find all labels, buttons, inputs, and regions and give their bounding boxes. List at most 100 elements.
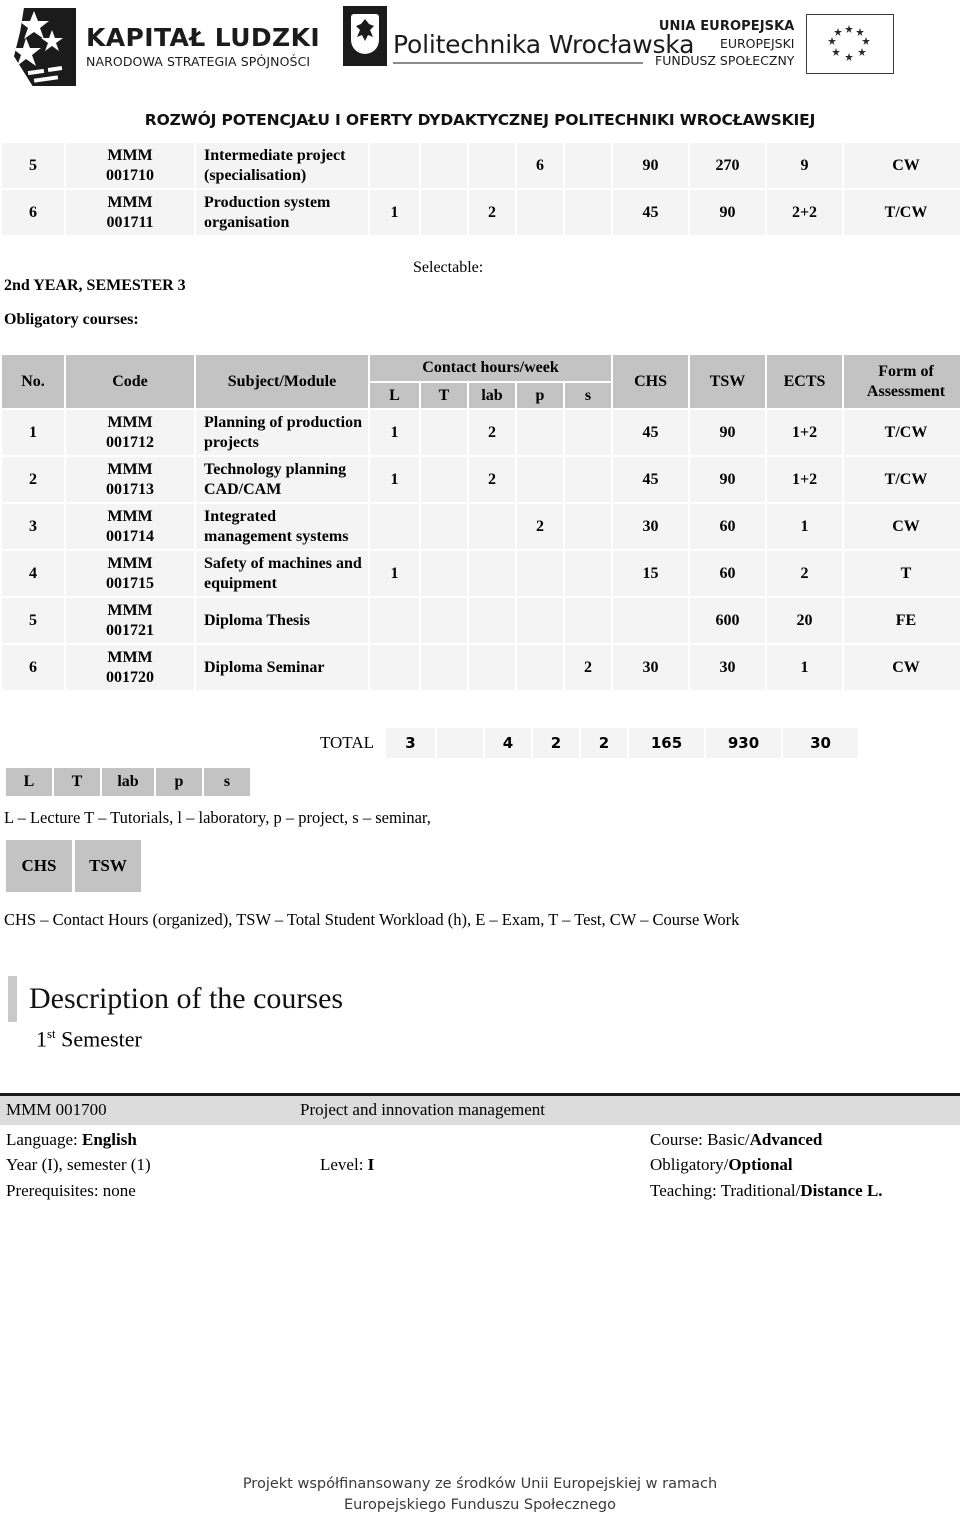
cell-subject: Safety of machines and equipment	[196, 551, 368, 597]
cell-no: 5	[2, 598, 64, 644]
cell-p: 2	[517, 504, 563, 550]
main-schedule-table: No. Code Subject/Module Contact hours/we…	[0, 353, 960, 692]
code-number: 001720	[106, 668, 154, 686]
course-type-value: Advanced	[749, 1129, 823, 1149]
cell-form: T/CW	[844, 190, 960, 236]
header-no: No.	[2, 355, 64, 409]
course-name: Project and innovation management	[300, 1100, 546, 1120]
cell-no: 6	[2, 645, 64, 691]
semester-number: 1	[36, 1026, 47, 1052]
cell-ects: 2+2	[767, 190, 842, 236]
code-number: 001721	[106, 621, 154, 639]
level-value: I	[367, 1155, 375, 1175]
course-code: MMM 001700	[6, 1100, 107, 1120]
cell-chs: 30	[613, 645, 689, 691]
course-teaching-mode: Teaching: Traditional/Distance L.	[650, 1178, 960, 1204]
description-title: Description of the courses	[29, 982, 344, 1016]
code-number: 001711	[106, 213, 154, 231]
cell-ects: 9	[767, 143, 842, 189]
header-contact-hours: Contact hours/week	[370, 355, 612, 381]
header-logo-band: KAPITAŁ LUDZKI NARODOWA STRATEGIA SPÓJNO…	[0, 0, 960, 95]
level-label: Level:	[320, 1155, 368, 1175]
cell-subject: Diploma Seminar	[196, 645, 368, 691]
cell-ects: 1+2	[767, 410, 843, 456]
legend-chip-chs: CHS	[6, 840, 72, 893]
code-number: 001714	[106, 527, 154, 545]
cell-form: CW	[844, 143, 960, 189]
cell-s	[565, 551, 612, 597]
legend-chip-s: s	[204, 768, 250, 797]
course-card-title-bar: MMM 001700 Project and innovation manage…	[0, 1095, 960, 1125]
table-row: 6 MMM 001720 Diploma Seminar 2 30 30 1 C…	[2, 645, 960, 691]
cell-p	[517, 410, 563, 456]
semester-intro-block: Selectable: 2nd YEAR, SEMESTER 3 Obligat…	[0, 237, 960, 353]
eu-stars-circle-icon	[828, 25, 871, 61]
cell-form: CW	[844, 645, 960, 691]
code-prefix: MMM	[107, 414, 153, 432]
cell-ects: 1+2	[767, 457, 843, 503]
cell-s	[565, 598, 612, 644]
course-level-basic-advanced: Course: Basic/Advanced	[650, 1127, 960, 1153]
cell-T	[421, 410, 467, 456]
footer-line-2: Europejskiego Funduszu Społecznego	[344, 1497, 616, 1514]
totals-p: 2	[533, 728, 579, 759]
header-p: p	[517, 382, 563, 409]
cell-T	[421, 598, 467, 644]
legend-chips-row-2: CHS TSW	[6, 840, 960, 893]
course-type-label: Course: Basic/	[650, 1129, 750, 1149]
cell-no: 6	[2, 190, 64, 236]
table-row: 6 MMM 001711 Production system organisat…	[2, 190, 960, 236]
cell-lab: 2	[469, 410, 515, 456]
cell-code: MMM 001710	[66, 143, 194, 189]
pwr-crest-icon	[343, 6, 387, 66]
cell-form: T/CW	[844, 457, 960, 503]
cell-no: 3	[2, 504, 64, 550]
code-prefix: MMM	[107, 508, 153, 526]
eu-flag-icon	[806, 14, 895, 74]
page-footer: Projekt współfinansowany ze środków Unii…	[0, 1474, 960, 1518]
teaching-value: Distance L.	[800, 1181, 883, 1201]
cell-T	[421, 457, 467, 503]
cell-ects: 20	[767, 598, 843, 644]
cell-lab: 2	[469, 190, 515, 236]
cell-p: 6	[517, 143, 563, 189]
cell-no: 4	[2, 551, 64, 597]
header-code: Code	[66, 355, 194, 409]
totals-T	[437, 728, 483, 759]
cell-s: 2	[565, 645, 612, 691]
cell-tsw: 60	[690, 551, 766, 597]
totals-chs: 165	[629, 728, 704, 759]
cell-s	[565, 143, 611, 189]
cell-p	[517, 457, 563, 503]
teaching-label: Teaching: Traditional/	[650, 1181, 801, 1201]
totals-L: 3	[386, 728, 435, 759]
cell-ects: 2	[767, 551, 843, 597]
cell-form: FE	[844, 598, 960, 644]
cell-s	[565, 457, 612, 503]
semester-word: Semester	[55, 1026, 142, 1052]
cell-L: 1	[370, 457, 419, 503]
course-language: Language: English	[0, 1127, 320, 1153]
language-value: English	[82, 1129, 137, 1149]
cell-chs: 45	[613, 410, 689, 456]
code-prefix: MMM	[107, 602, 153, 620]
cell-s	[565, 410, 612, 456]
cell-s	[565, 504, 612, 550]
cell-chs: 45	[613, 190, 688, 236]
header-ects: ECTS	[767, 355, 843, 409]
totals-lab: 4	[485, 728, 531, 759]
kapital-ludzki-title: KAPITAŁ LUDZKI	[86, 22, 321, 52]
code-number: 001713	[106, 480, 154, 498]
cell-tsw: 270	[690, 143, 765, 189]
legend-text-row-2: CHS – Contact Hours (organized), TSW – T…	[4, 910, 740, 930]
code-prefix: MMM	[107, 649, 153, 667]
totals-wrapper: TOTAL 3 4 2 2 165 930 30	[0, 726, 960, 760]
cell-lab	[469, 645, 515, 691]
heading-accent-bar	[8, 976, 17, 1023]
cell-code: MMM 001721	[66, 598, 194, 644]
pwr-name: Politechnika Wrocławska	[393, 30, 695, 59]
top-schedule-table: 5 MMM 001710 Intermediate project (speci…	[0, 141, 960, 237]
obligatory-courses-label: Obligatory courses:	[4, 311, 139, 329]
cell-tsw: 600	[690, 598, 766, 644]
kapital-ludzki-logo: KAPITAŁ LUDZKI NARODOWA STRATEGIA SPÓJNO…	[14, 8, 320, 86]
